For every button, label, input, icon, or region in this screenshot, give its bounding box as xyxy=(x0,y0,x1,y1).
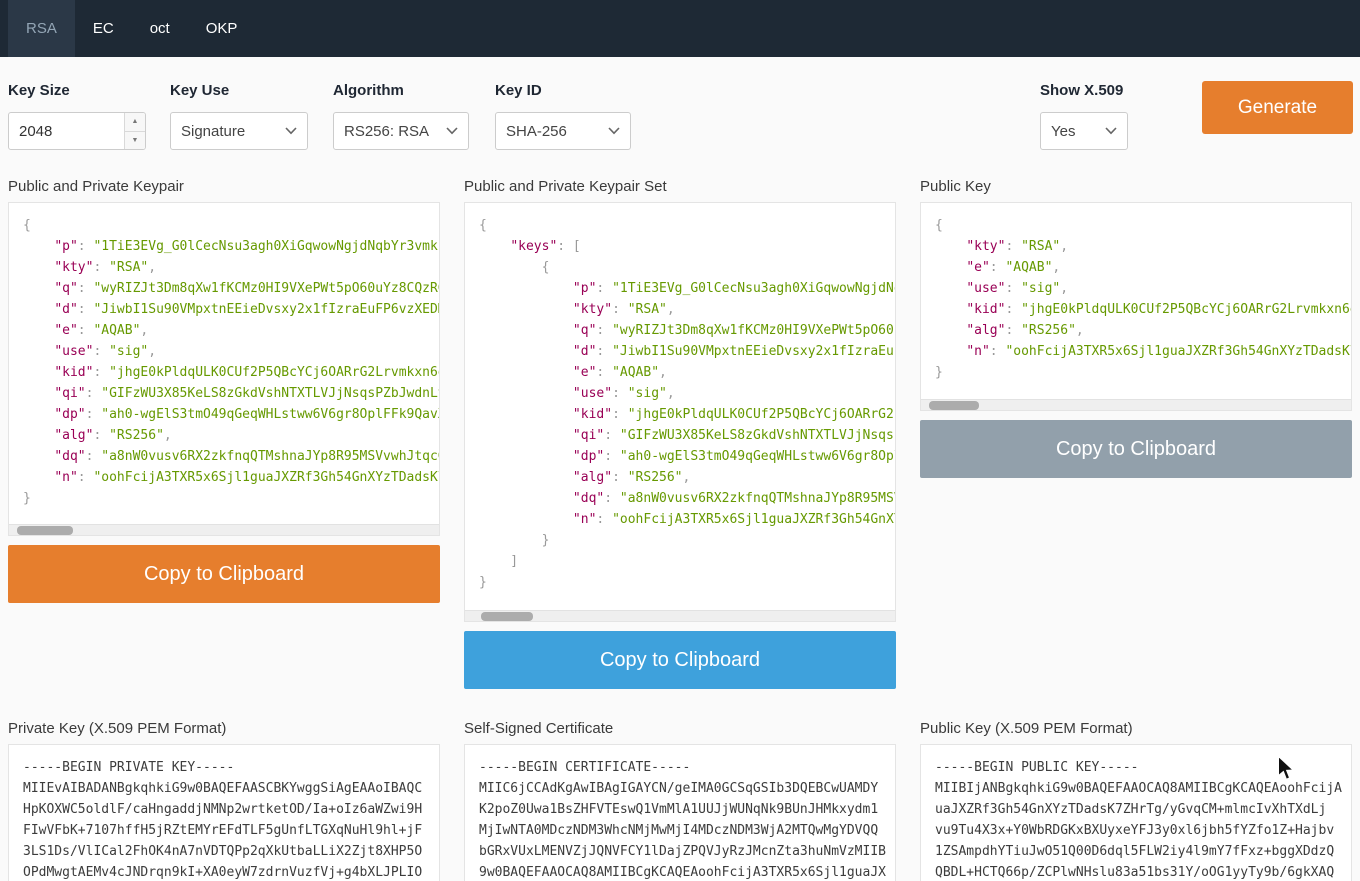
keypair-set-section: Public and Private Keypair Set { "keys":… xyxy=(464,170,896,712)
public-key-code-box[interactable]: { "kty": "RSA", "e": "AQAB", "use": "sig… xyxy=(920,202,1352,411)
horizontal-scrollbar[interactable] xyxy=(9,524,439,535)
public-pem-code-box[interactable]: -----BEGIN PUBLIC KEY----- MIIBIjANBgkqh… xyxy=(920,744,1352,881)
keypair-json-code: { "p": "1TiE3EVg_G0lCecNsu3agh0XiGqwowNg… xyxy=(9,203,439,509)
private-pem-section: Private Key (X.509 PEM Format) -----BEGI… xyxy=(8,712,440,881)
key-id-select[interactable]: SHA-256 xyxy=(495,112,631,150)
key-size-wrap: ▲▼ xyxy=(8,112,146,150)
generator-form: Key Size ▲▼ Key Use Signature Algorithm … xyxy=(0,57,1360,170)
private-pem-section-title: Private Key (X.509 PEM Format) xyxy=(8,720,440,737)
copy-keypair-button[interactable]: Copy to Clipboard xyxy=(8,545,440,603)
public-key-section: Public Key { "kty": "RSA", "e": "AQAB", … xyxy=(920,170,1352,712)
scrollbar-thumb[interactable] xyxy=(17,526,73,535)
results-grid: Public and Private Keypair { "p": "1TiE3… xyxy=(8,170,1352,881)
keypair-set-section-title: Public and Private Keypair Set xyxy=(464,178,896,195)
keypair-set-code-box[interactable]: { "keys": [ { "p": "1TiE3EVg_G0lCecNsu3a… xyxy=(464,202,896,622)
key-id-value: SHA-256 xyxy=(506,123,567,140)
key-use-label: Key Use xyxy=(170,82,308,99)
key-id-group: Key ID SHA-256 xyxy=(495,82,631,150)
tab-rsa[interactable]: RSA xyxy=(8,0,75,57)
show-x509-group: Show X.509 Yes xyxy=(1040,82,1128,150)
public-key-json-code: { "kty": "RSA", "e": "AQAB", "use": "sig… xyxy=(921,203,1351,383)
key-size-stepper[interactable]: ▲▼ xyxy=(124,113,145,149)
algorithm-label: Algorithm xyxy=(333,82,469,99)
public-key-section-title: Public Key xyxy=(920,178,1352,195)
key-use-select[interactable]: Signature xyxy=(170,112,308,150)
key-size-label: Key Size xyxy=(8,82,146,99)
show-x509-select[interactable]: Yes xyxy=(1040,112,1128,150)
chevron-down-icon xyxy=(446,127,458,135)
horizontal-scrollbar[interactable] xyxy=(465,610,895,621)
public-pem-section-title: Public Key (X.509 PEM Format) xyxy=(920,720,1352,737)
keypair-section: Public and Private Keypair { "p": "1TiE3… xyxy=(8,170,440,712)
private-pem-code-box[interactable]: -----BEGIN PRIVATE KEY----- MIIEvAIBADAN… xyxy=(8,744,440,881)
public-pem-section: Public Key (X.509 PEM Format) -----BEGIN… xyxy=(920,712,1352,881)
copy-keypair-set-button[interactable]: Copy to Clipboard xyxy=(464,631,896,689)
private-pem-code: -----BEGIN PRIVATE KEY----- MIIEvAIBADAN… xyxy=(9,745,439,881)
key-id-label: Key ID xyxy=(495,82,631,99)
algorithm-select[interactable]: RS256: RSA xyxy=(333,112,469,150)
key-size-group: Key Size ▲▼ xyxy=(8,82,146,150)
algorithm-value: RS256: RSA xyxy=(344,123,429,140)
stepper-down-icon[interactable]: ▼ xyxy=(125,132,145,150)
public-pem-code: -----BEGIN PUBLIC KEY----- MIIBIjANBgkqh… xyxy=(921,745,1351,881)
generate-button[interactable]: Generate xyxy=(1202,81,1353,134)
tab-oct[interactable]: oct xyxy=(132,0,188,57)
copy-public-key-button[interactable]: Copy to Clipboard xyxy=(920,420,1352,478)
scrollbar-thumb[interactable] xyxy=(929,401,979,410)
keypair-set-json-code: { "keys": [ { "p": "1TiE3EVg_G0lCecNsu3a… xyxy=(465,203,895,593)
certificate-section: Self-Signed Certificate -----BEGIN CERTI… xyxy=(464,712,896,881)
key-use-group: Key Use Signature xyxy=(170,82,308,150)
jwk-generator-page: RSA EC oct OKP Key Size ▲▼ Key Use Signa… xyxy=(0,0,1360,881)
tab-ec[interactable]: EC xyxy=(75,0,132,57)
key-use-value: Signature xyxy=(181,123,245,140)
show-x509-value: Yes xyxy=(1051,123,1075,140)
chevron-down-icon xyxy=(1105,127,1117,135)
keypair-code-box[interactable]: { "p": "1TiE3EVg_G0lCecNsu3agh0XiGqwowNg… xyxy=(8,202,440,536)
scrollbar-thumb[interactable] xyxy=(481,612,533,621)
certificate-section-title: Self-Signed Certificate xyxy=(464,720,896,737)
top-navbar: RSA EC oct OKP xyxy=(0,0,1360,57)
show-x509-label: Show X.509 xyxy=(1040,82,1128,99)
certificate-code-box[interactable]: -----BEGIN CERTIFICATE----- MIIC6jCCAdKg… xyxy=(464,744,896,881)
horizontal-scrollbar[interactable] xyxy=(921,399,1351,410)
algorithm-group: Algorithm RS256: RSA xyxy=(333,82,469,150)
stepper-up-icon[interactable]: ▲ xyxy=(125,113,145,132)
chevron-down-icon xyxy=(608,127,620,135)
certificate-code: -----BEGIN CERTIFICATE----- MIIC6jCCAdKg… xyxy=(465,745,895,881)
keypair-section-title: Public and Private Keypair xyxy=(8,178,440,195)
tab-okp[interactable]: OKP xyxy=(188,0,256,57)
chevron-down-icon xyxy=(285,127,297,135)
